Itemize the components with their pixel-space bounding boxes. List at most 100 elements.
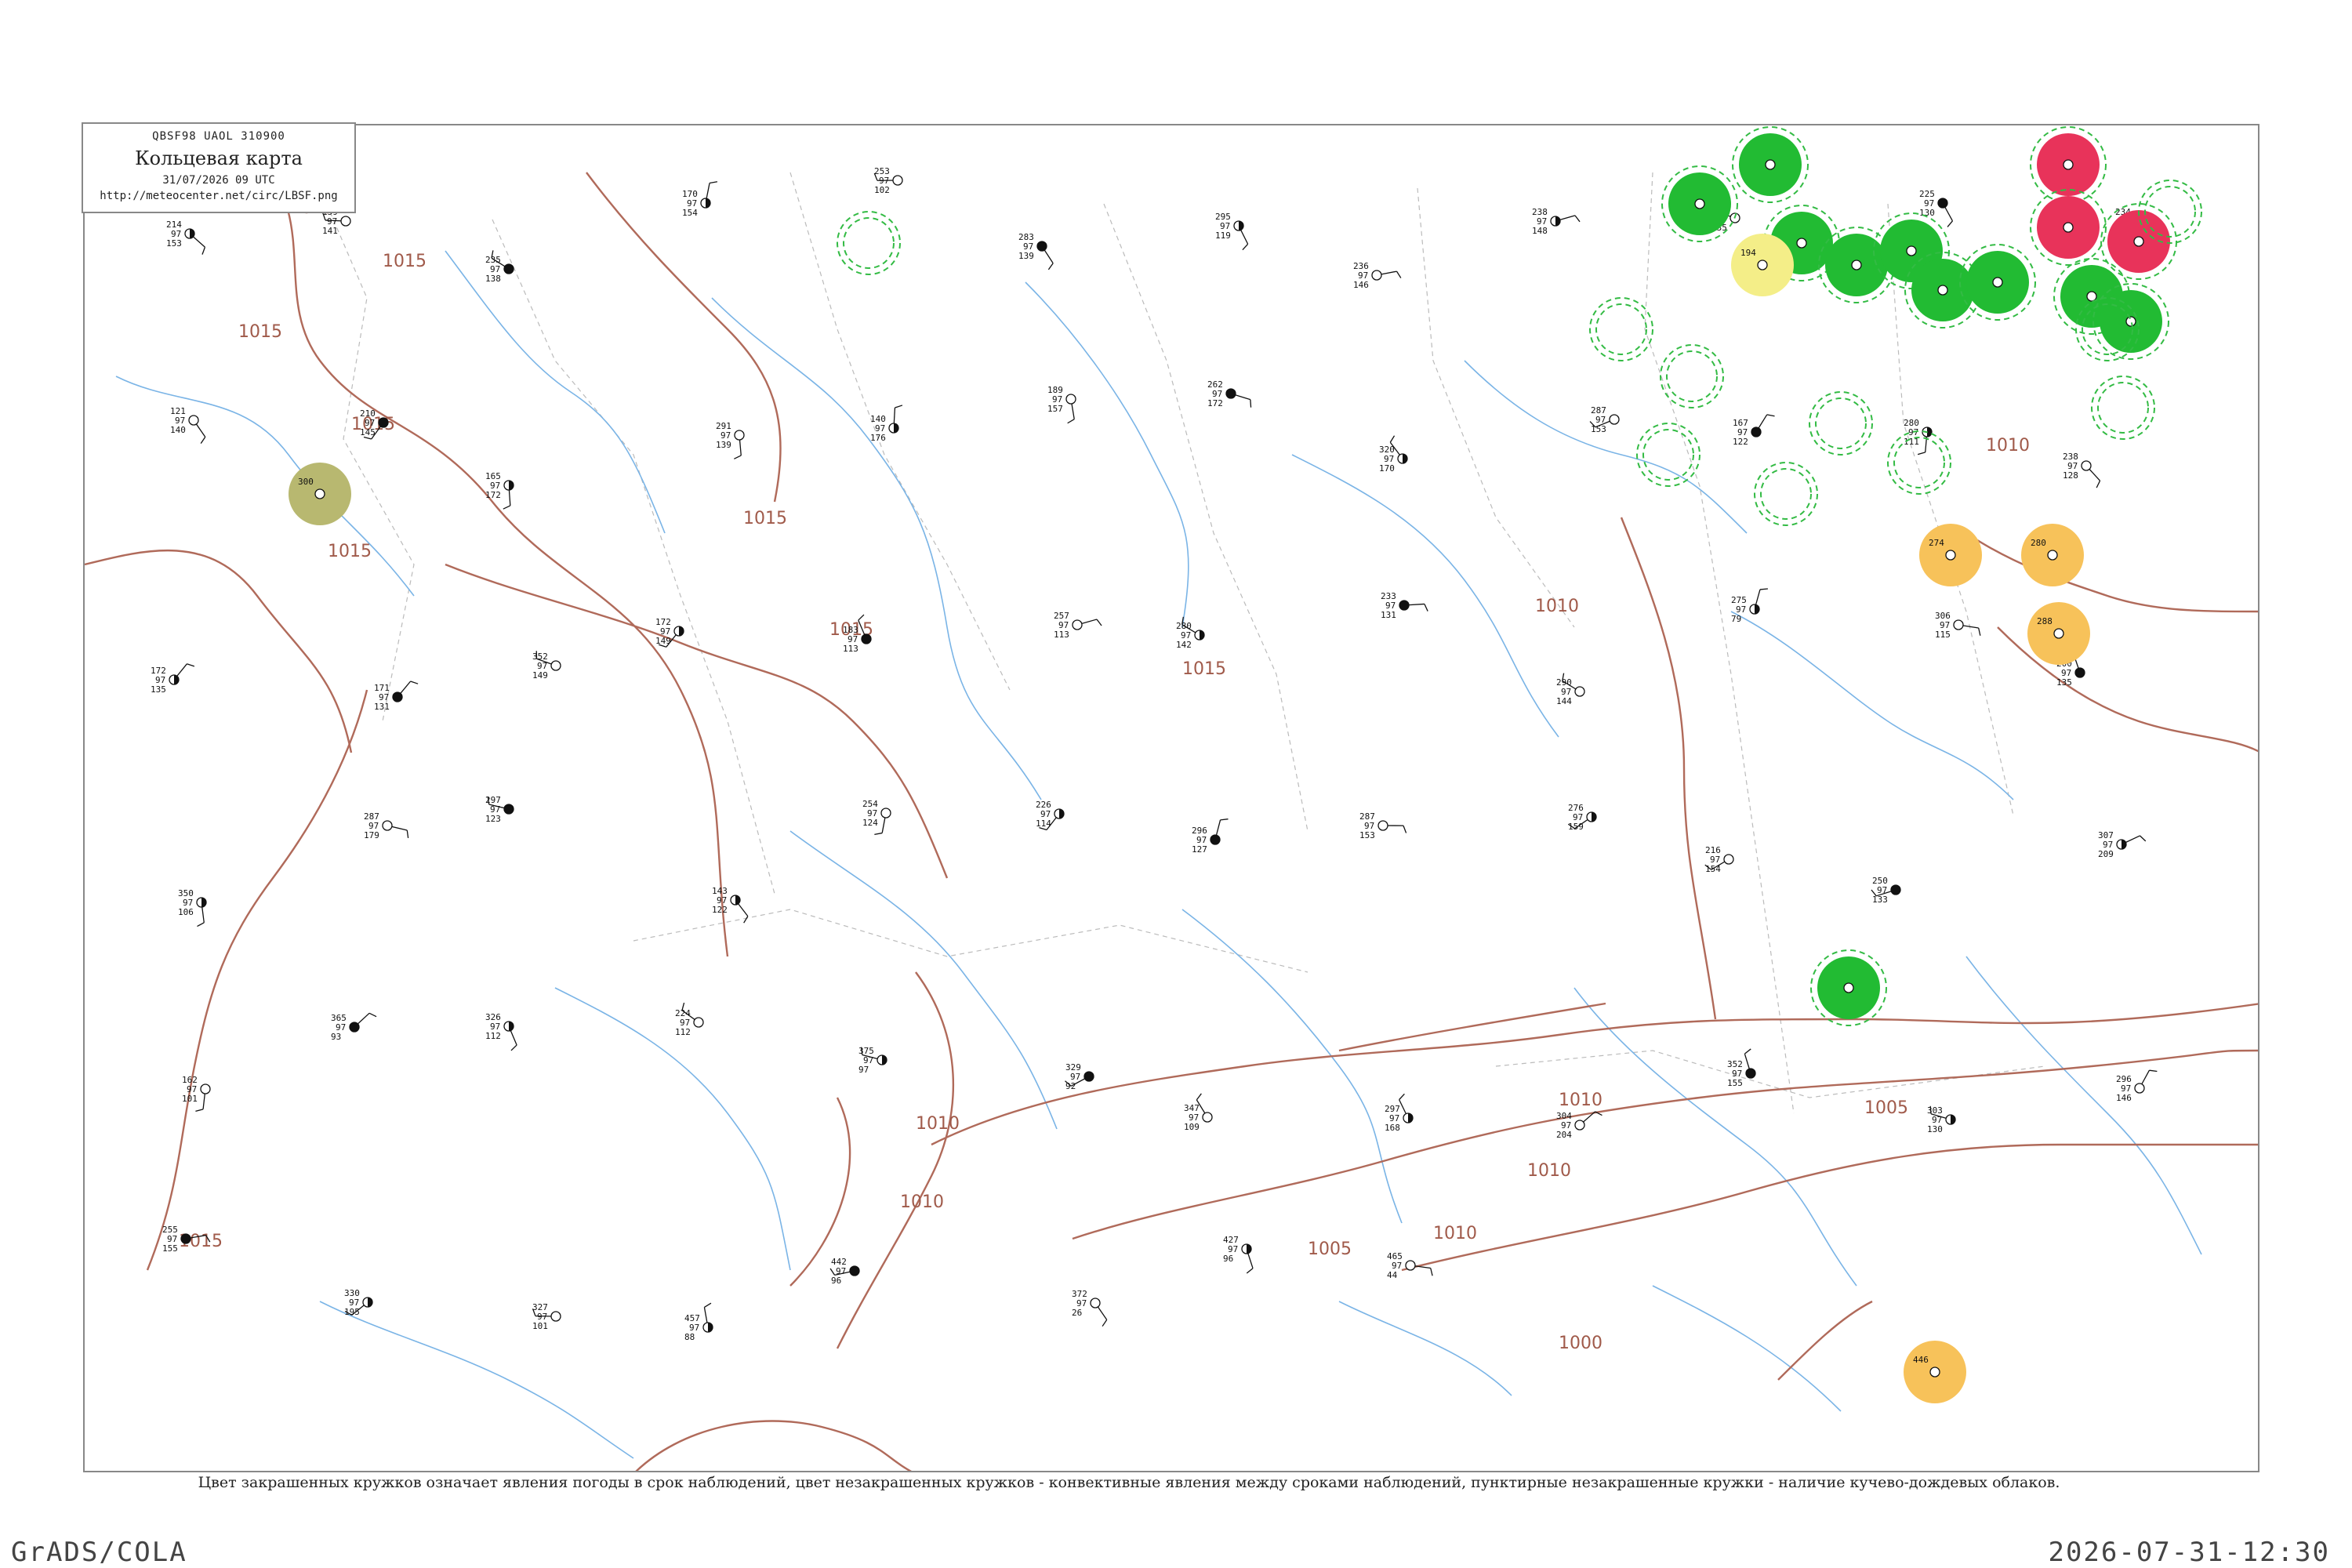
station-plot[interactable]: 17097154 <box>682 181 718 218</box>
station-plot[interactable]: 35097106 <box>178 888 207 927</box>
cb-circle[interactable] <box>1660 344 1724 408</box>
cloud-cover-icon <box>1090 1298 1101 1308</box>
station-plot[interactable]: 4279796 <box>1223 1235 1254 1274</box>
thunderstorm-circle[interactable] <box>1732 126 1809 203</box>
station-plot[interactable]: 29597119 <box>1215 212 1249 251</box>
haze-circle[interactable]: 288 <box>2027 602 2090 665</box>
station-plot[interactable]: 28797153 <box>1359 811 1407 840</box>
station-plot[interactable]: 14097176 <box>870 405 903 443</box>
station-plot[interactable]: 32797101 <box>532 1302 561 1331</box>
mist-circle[interactable]: 300 <box>289 463 351 525</box>
station-plot[interactable]: 29697146 <box>2116 1069 2158 1103</box>
station-plot[interactable]: 4579788 <box>684 1302 713 1342</box>
shower-circle[interactable] <box>2030 189 2107 266</box>
station-plot[interactable]: 3659793 <box>331 1012 377 1042</box>
dewpoint-value: 145 <box>360 427 376 437</box>
station-plot[interactable]: 29797168 <box>1385 1093 1414 1133</box>
station-plot[interactable]: 30797209 <box>2098 830 2147 859</box>
station-plot[interactable]: 3759797 <box>858 1046 887 1075</box>
haze-circle[interactable]: 446 <box>1904 1341 1966 1403</box>
station-plot[interactable]: 26297172 <box>1207 379 1252 408</box>
station-plot[interactable]: 29697127 <box>1192 818 1229 855</box>
dewpoint-value: 127 <box>1192 844 1207 855</box>
station-plot[interactable]: 22597130 <box>1919 189 1954 227</box>
station-plot[interactable]: 16297101 <box>182 1075 211 1112</box>
cb-circle[interactable] <box>1887 430 1951 495</box>
station-plot[interactable]: 23897148 <box>1532 207 1581 236</box>
wind-barb-feather <box>1430 1268 1433 1276</box>
station-plot[interactable]: 30397130 <box>1927 1105 1956 1134</box>
station-plot[interactable]: 21497153 <box>166 220 206 255</box>
source-url[interactable]: http://meteocenter.net/circ/LBSF.png <box>83 190 354 202</box>
station-plot[interactable]: 35297149 <box>532 651 561 681</box>
station-plot[interactable]: 4659744 <box>1387 1251 1433 1280</box>
station-plot[interactable]: 2759779 <box>1731 588 1768 624</box>
thunderstorm-circle[interactable] <box>1959 244 2036 321</box>
station-plot[interactable]: 25397102 <box>873 166 903 195</box>
station-plot[interactable]: 3299792 <box>1065 1062 1094 1091</box>
cloud-cover-icon <box>2063 159 2074 170</box>
station-plot[interactable]: 4429796 <box>829 1257 860 1286</box>
dewpoint-value: 112 <box>485 1031 501 1041</box>
station-plot[interactable]: 28097142 <box>1176 616 1205 650</box>
cb-circle[interactable] <box>1754 462 1818 526</box>
isobar-label: 1010 <box>1986 436 2030 456</box>
station-plot[interactable]: 29097144 <box>1556 673 1585 706</box>
station-plot[interactable]: 32697112 <box>485 1012 517 1051</box>
station-plot[interactable]: 28097111 <box>1904 418 1933 456</box>
station-plot[interactable]: 18997157 <box>1047 385 1076 424</box>
dewpoint-value: 106 <box>178 907 194 917</box>
station-plot[interactable]: 17197131 <box>374 681 419 712</box>
station-plot[interactable]: 25097133 <box>1871 876 1901 905</box>
cb-circle[interactable] <box>2091 376 2155 440</box>
station-plot[interactable]: 16797122 <box>1733 414 1775 447</box>
isobar-label: 1005 <box>1308 1240 1352 1259</box>
station-plot[interactable]: 25497124 <box>862 799 891 836</box>
station-plot[interactable]: 22497112 <box>675 1002 704 1037</box>
station-plot[interactable]: 34797109 <box>1184 1093 1213 1132</box>
station-plot[interactable]: 28797179 <box>364 811 409 840</box>
station-plot[interactable]: 28397139 <box>1018 232 1054 270</box>
cb-circle[interactable] <box>1809 391 1873 456</box>
thunderstorm-circle[interactable] <box>1661 165 1738 242</box>
synoptic-map[interactable]: 1015101510151015101510151015101510101010… <box>83 124 2259 1472</box>
station-plot[interactable]: 23697146 <box>1353 261 1402 290</box>
station-plot[interactable]: 3729726 <box>1072 1289 1108 1327</box>
station-plot[interactable]: 27697159 <box>1567 803 1597 832</box>
shower-circle[interactable] <box>2030 126 2107 203</box>
isobar-labels: 1015101510151015101510151015101510101010… <box>179 198 2030 1353</box>
station-plot[interactable]: 21097145 <box>360 408 389 440</box>
station-plot[interactable]: 33097195 <box>344 1288 373 1317</box>
cb-circle[interactable] <box>1589 297 1653 361</box>
station-plot[interactable]: 30697115 <box>1935 611 1981 640</box>
station-plot[interactable]: 29797123 <box>485 795 514 824</box>
haze-circle[interactable]: 280 <box>2021 524 2084 586</box>
isobar-label: 1010 <box>1527 1161 1571 1181</box>
station-plot[interactable]: 25797113 <box>1054 611 1102 640</box>
haze-circle[interactable]: 274 <box>1919 524 1982 586</box>
wind-barb-feather <box>201 247 206 255</box>
cumulonimbus-inner-ring-icon <box>1893 437 1945 488</box>
station-plot[interactable]: 32097170 <box>1379 435 1408 474</box>
station-plot[interactable]: 23597138 <box>485 250 514 284</box>
station-plot[interactable]: 17297135 <box>151 663 195 695</box>
cb-circle[interactable] <box>837 211 901 275</box>
station-plot[interactable]: 23897128 <box>2063 452 2101 488</box>
cb-circle[interactable] <box>1636 423 1700 487</box>
station-plot[interactable]: 12197140 <box>170 406 206 445</box>
wind-barb-feather <box>709 181 718 184</box>
station-plot[interactable]: 22697114 <box>1036 800 1065 831</box>
rain-circle[interactable]: 194 <box>1731 234 1794 296</box>
dewpoint-value: 172 <box>485 490 501 500</box>
dewpoint-value: 113 <box>1054 630 1069 640</box>
dewpoint-value: 179 <box>364 830 379 840</box>
station-plot[interactable]: 16597172 <box>485 471 514 510</box>
station-plot[interactable]: 35297155 <box>1727 1048 1756 1088</box>
station-plot[interactable]: 14397122 <box>712 886 749 924</box>
station-plot[interactable]: 28797153 <box>1589 405 1620 434</box>
station-plot[interactable]: 21697154 <box>1704 845 1734 874</box>
thunderstorm-circle[interactable] <box>1810 949 1887 1026</box>
cumulonimbus-ring-icon <box>1636 423 1700 487</box>
station-plot[interactable]: 29197139 <box>716 421 745 459</box>
station-plot[interactable]: 23397131 <box>1381 591 1428 620</box>
